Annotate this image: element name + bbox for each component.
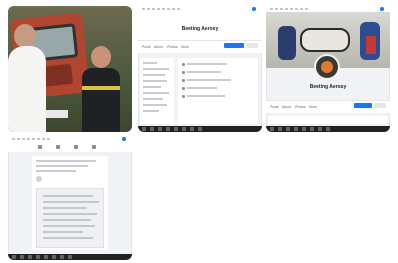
- facebook-icon: [380, 7, 384, 11]
- browser-tabs: [142, 8, 180, 10]
- os-taskbar: [266, 126, 390, 132]
- facebook-icon: [122, 137, 126, 141]
- gallery-photo-1[interactable]: [8, 6, 132, 132]
- page-title: Beeting Aerosy: [181, 26, 219, 32]
- avatar[interactable]: [36, 176, 42, 182]
- browser-tabs: [12, 138, 50, 140]
- tab-more[interactable]: More: [181, 45, 189, 49]
- firefighter-reflective-stripe: [82, 86, 120, 90]
- license-plate: [46, 110, 68, 118]
- mural-cape: [366, 36, 376, 54]
- intro-strip: [268, 116, 388, 124]
- gallery-photo-3[interactable]: Beeting Aerosy Posts About Photos More: [266, 6, 390, 132]
- secondary-action-button[interactable]: [246, 43, 258, 48]
- firefighter: [82, 68, 120, 132]
- post-text-line: [36, 165, 88, 167]
- primary-action-button[interactable]: [354, 103, 372, 108]
- tab-about[interactable]: About: [282, 105, 291, 109]
- person-white-shirt: [8, 46, 46, 132]
- tab-photos[interactable]: Photos: [295, 105, 306, 109]
- marketplace-icon[interactable]: [74, 145, 78, 149]
- os-taskbar: [8, 254, 132, 260]
- post-card: [32, 156, 108, 250]
- firefighter-head: [91, 46, 111, 68]
- mural-cow: [300, 28, 350, 52]
- shared-post-preview[interactable]: [36, 188, 104, 248]
- facebook-nav: [8, 142, 132, 152]
- video-icon[interactable]: [56, 145, 60, 149]
- secondary-action-button[interactable]: [374, 103, 386, 108]
- person-head: [14, 24, 36, 48]
- home-icon[interactable]: [38, 145, 42, 149]
- tab-photos[interactable]: Photos: [167, 45, 178, 49]
- tab-more[interactable]: More: [309, 105, 317, 109]
- tab-about[interactable]: About: [154, 45, 163, 49]
- gallery-photo-2[interactable]: Beeting Aerosy Posts About Photos More: [138, 6, 262, 132]
- os-taskbar: [138, 126, 262, 132]
- tab-posts[interactable]: Posts: [142, 45, 150, 49]
- facebook-icon: [252, 7, 256, 11]
- post-text-line: [36, 170, 76, 172]
- browser-tabs: [270, 8, 308, 10]
- primary-action-button[interactable]: [224, 43, 244, 48]
- intro-sidebar: [140, 58, 174, 124]
- post-text-line: [36, 160, 96, 162]
- groups-icon[interactable]: [92, 145, 96, 149]
- page-info-panel: [178, 58, 258, 124]
- page-title: Beeting Aerosy: [309, 84, 347, 90]
- gallery-photo-4[interactable]: [8, 136, 132, 260]
- profile-picture[interactable]: [314, 54, 340, 80]
- tab-posts[interactable]: Posts: [270, 105, 278, 109]
- mural-figure-left: [278, 26, 296, 60]
